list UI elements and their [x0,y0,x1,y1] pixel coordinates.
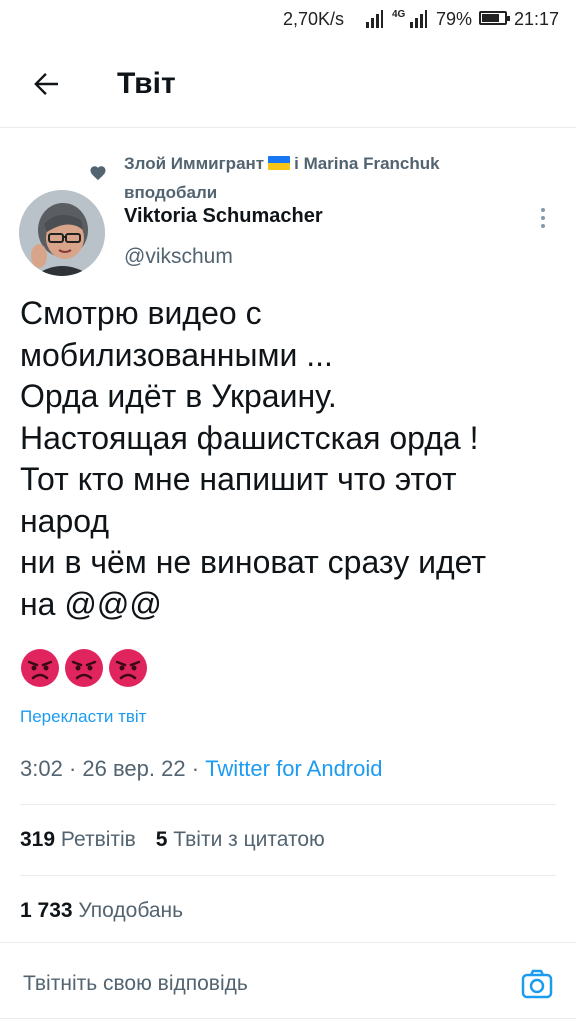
retweets-stat[interactable]: 319 Ретвітів [20,828,142,851]
social-action: вподобали [124,183,218,202]
signal-icon [366,10,383,28]
page-title: Твіт [117,67,176,100]
likes-stat[interactable]: 1 733 Уподобань [20,899,183,922]
more-vertical-icon[interactable] [536,205,550,231]
quotes-label: Твіти з цитатою [173,828,325,851]
tweet-meta: 3:02 · 26 вер. 22 · Twitter for Android [20,756,383,782]
retweets-label: Ретвітів [60,828,136,851]
author-handle[interactable]: @vikschum [124,245,233,269]
avatar-image [19,190,105,276]
author-name[interactable]: Viktoria Schumacher [124,205,323,228]
likes-label: Уподобань [78,899,184,922]
angry-face-icon [109,649,147,687]
likes-row: 1 733 Уподобань [20,899,183,923]
status-bar: 2,70K/s 4G 79% 21:17 [0,0,576,38]
avatar[interactable] [19,190,105,276]
emoji-row [20,648,148,688]
reply-input[interactable]: Твітніть свою відповідь [23,972,248,996]
quotes-count: 5 [155,828,168,851]
tweet-text: Смотрю видео с мобилизованными ... Орда … [20,295,487,622]
network-speed: 2,70K/s [283,9,345,29]
tweet-source-link[interactable]: Twitter for Android [205,756,382,781]
liker-name: Злой Иммигрант [124,154,265,173]
divider [0,942,576,943]
tweet-date: 26 вер. 22 [82,756,186,781]
liker-connector: і Marina Franchuk [294,154,440,173]
network-type: 4G [392,9,406,20]
battery-percent: 79% [436,9,473,29]
top-app-bar: Твіт [0,40,576,128]
battery-icon [479,11,510,25]
social-context[interactable]: Злой Иммигрант і Marina Franchuk вподобал… [124,149,514,207]
signal-4g-icon [410,10,427,28]
stats-row: 319 Ретвітів 5 Твіти з цитатою [20,828,325,852]
tweet-time: 3:02 [20,756,63,781]
retweets-count: 319 [20,828,56,851]
angry-face-icon [65,649,103,687]
translate-tweet-link[interactable]: Перекласти твіт [20,707,146,727]
status-time: 21:17 [514,9,560,29]
divider [20,875,556,876]
ukraine-flag-icon [268,156,291,170]
angry-face-icon [21,649,59,687]
likes-count: 1 733 [20,899,73,922]
heart-icon [90,166,106,181]
meta-separator: · [68,756,77,781]
divider [20,804,556,805]
camera-icon[interactable] [520,967,554,1001]
arrow-left-icon[interactable] [28,66,64,102]
quotes-stat[interactable]: 5 Твіти з цитатою [156,828,325,851]
divider [0,1018,576,1019]
meta-separator: · [191,756,200,781]
